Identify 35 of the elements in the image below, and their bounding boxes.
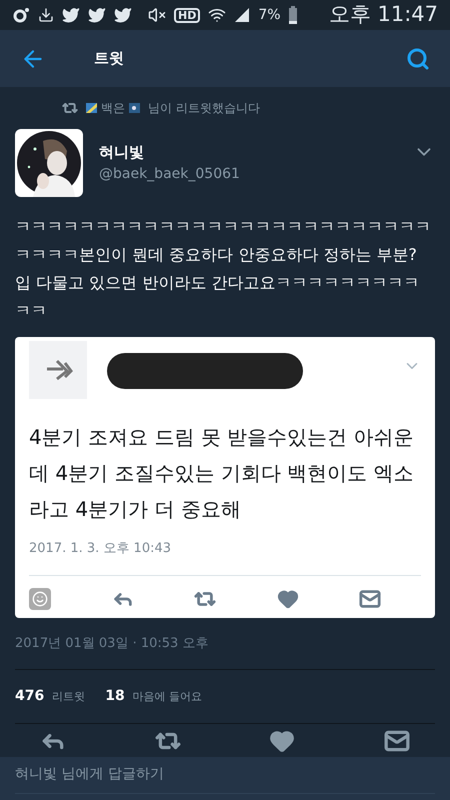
page-title: 트윗 [94,48,124,70]
quoted-tweet-text: 4분기 조져요 드림 못 받을수있는건 아쉬운데 4분기 조질수있는 기회다 백현이도 엑소라고 4분기가 더 중요해 [29,424,415,524]
hd-indicator: HD [174,8,200,22]
emoji-icon [129,103,140,114]
notification-icon [12,6,30,24]
stat-label[interactable]: 리트윗 [52,689,86,706]
signal-icon [234,7,250,23]
author-name[interactable]: 혀니빛 [99,141,240,164]
mute-icon [148,6,166,24]
clock: 오후 11:47 [328,1,438,28]
bird-icon [88,6,106,24]
message-icon[interactable] [384,728,410,754]
retweet-notice: 님이 리트윗했습니다 [148,100,260,118]
battery-icon [288,6,297,24]
download-icon [38,7,54,23]
wifi-icon [208,6,226,24]
heart-icon[interactable] [276,588,298,610]
quoted-tweet-date: 2017. 1. 3. 오후 10:43 [29,540,172,558]
tweet-text: ㅋㅋㅋㅋㅋㅋㅋㅋㅋㅋㅋㅋㅋㅋㅋㅋㅋㅋㅋㅋㅋㅋㅋㅋㅋㅋㅋㅋㅋㅋ본인이 뭔데 중요하다 안중요하다 정하는 부분? 입 다물고 있으면 반이라도 간다고요ㅋㅋㅋㅋㅋㅋㅋㅋㅋㅋㅋ [14,216,432,322]
stat-count: 476 [15,687,44,706]
logo-icon [29,341,87,400]
author-handle[interactable]: @baek_baek_05061 [99,164,240,185]
reply-field[interactable]: 혀니빛 님에게 답글하기 [0,757,450,800]
battery-percent: 7% [258,6,281,24]
quoted-tweet-card[interactable]: 4분기 조져요 드림 못 받을수있는건 아쉬운데 4분기 조질수있는 기회다 백현이도 엑소라고 4분기가 더 중요해 2017. 1. 3. 오후 10:43 [15,337,435,618]
stat-count: 18 [105,687,125,706]
retweeter-name[interactable]: 백은 [101,99,125,118]
tweet-timestamp: 2017년 01월 03일 · 10:53 오후 [14,634,210,653]
search-icon[interactable] [406,46,430,71]
stat-label[interactable]: 마음에 들어요 [132,689,202,706]
message-icon[interactable] [359,588,381,610]
emoji-icon [86,103,97,114]
bird-icon [114,6,132,24]
bird-icon [62,6,80,24]
smile-icon [32,590,48,607]
